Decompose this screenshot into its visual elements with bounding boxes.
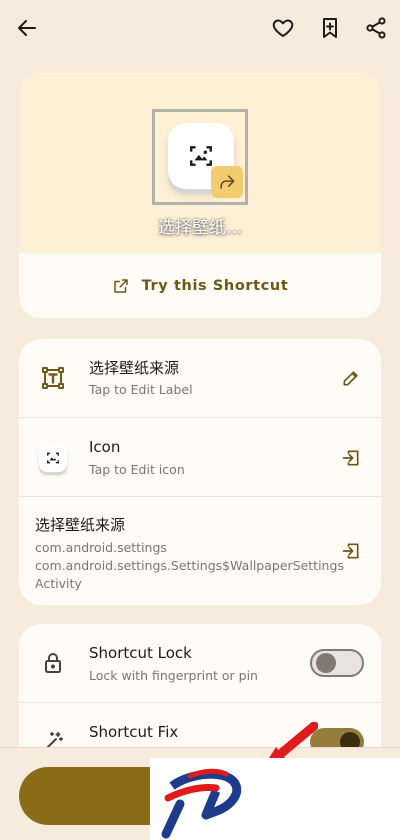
current-icon-preview — [39, 444, 67, 472]
add-bookmark-icon[interactable] — [316, 14, 344, 42]
enter-arrow-icon[interactable] — [341, 448, 361, 468]
edit-pencil-icon[interactable] — [341, 368, 361, 388]
watermark-logo — [150, 758, 400, 840]
label-row-subtitle: Tap to Edit Label — [89, 382, 193, 397]
toggle-knob — [316, 653, 336, 673]
wallpaper-icon — [190, 146, 212, 166]
shortcut-lock-row[interactable]: Shortcut Lock Lock with fingerprint or p… — [19, 624, 381, 702]
shortcut-preview-card: 选择壁纸... Try this Shortcut — [19, 73, 381, 318]
try-shortcut-label: Try this Shortcut — [141, 277, 289, 294]
preview-icon-frame — [152, 109, 248, 205]
back-arrow-icon[interactable] — [13, 14, 41, 42]
try-shortcut-button[interactable]: Try this Shortcut — [19, 253, 381, 318]
shortcut-info-card: 选择壁纸来源 Tap to Edit Label Icon Tap to Edi… — [19, 339, 381, 605]
intent-activity: com.android.settings.Settings$WallpaperS… — [35, 558, 344, 591]
intent-title: 选择壁纸来源 — [35, 516, 126, 534]
shortcut-share-badge-icon — [211, 166, 243, 198]
preview-area: 选择壁纸... — [19, 73, 381, 253]
lock-subtitle: Lock with fingerprint or pin — [89, 668, 258, 683]
icon-row-subtitle: Tap to Edit icon — [89, 462, 185, 477]
icon-row[interactable]: Icon Tap to Edit icon — [19, 418, 381, 496]
fix-title: Shortcut Fix — [89, 723, 179, 741]
top-app-bar — [0, 0, 400, 56]
label-row[interactable]: 选择壁纸来源 Tap to Edit Label — [19, 339, 381, 417]
wallpaper-icon — [47, 452, 59, 464]
intent-row[interactable]: 选择壁纸来源 com.android.settings com.android.… — [19, 497, 381, 605]
open-external-icon — [113, 278, 128, 293]
enter-arrow-icon[interactable] — [341, 541, 361, 561]
lock-icon — [41, 651, 65, 675]
share-icon[interactable] — [362, 14, 390, 42]
preview-shortcut-label: 选择壁纸... — [157, 218, 243, 238]
text-label-icon — [41, 366, 65, 390]
lock-toggle[interactable] — [310, 649, 364, 677]
label-row-title: 选择壁纸来源 — [89, 359, 180, 377]
favorite-heart-icon[interactable] — [269, 14, 297, 42]
icon-row-title: Icon — [89, 438, 121, 456]
intent-package: com.android.settings — [35, 540, 167, 555]
lock-title: Shortcut Lock — [89, 644, 192, 662]
logo-icon — [161, 768, 242, 839]
